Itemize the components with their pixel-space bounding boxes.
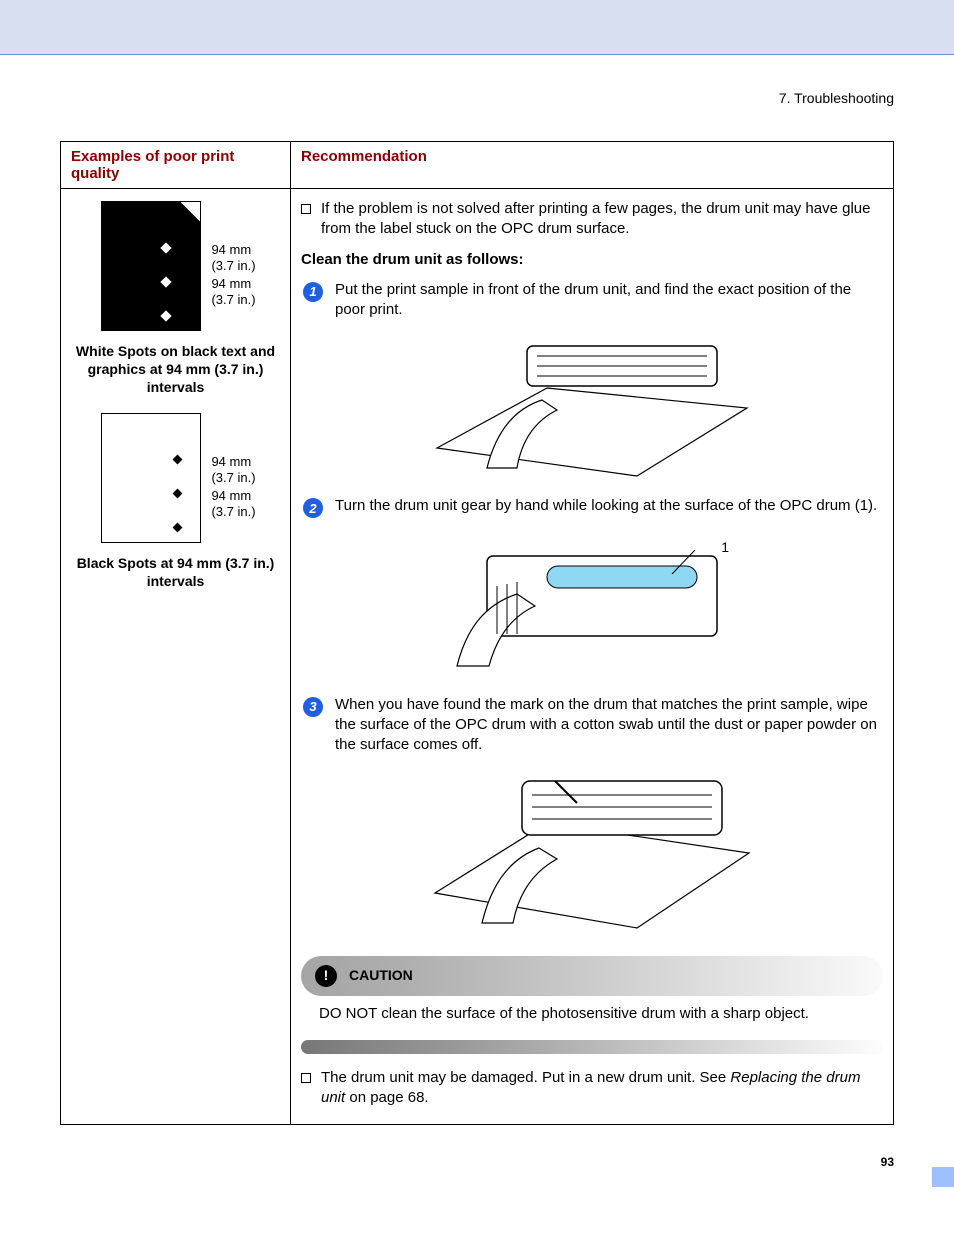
examples-cell: 94 mm(3.7 in.) 94 mm(3.7 in.) White Spot… xyxy=(61,189,291,1125)
caution-label: CAUTION xyxy=(349,966,413,985)
meas-label: 94 mm xyxy=(211,276,255,292)
col-header-examples: Examples of poor print quality xyxy=(61,142,291,189)
step-number-icon: 2 xyxy=(303,498,323,518)
bullet-text: The drum unit may be damaged. Put in a n… xyxy=(321,1068,883,1109)
example-white-spots: 94 mm(3.7 in.) 94 mm(3.7 in.) White Spot… xyxy=(71,201,280,397)
caution-header: ! CAUTION xyxy=(301,956,883,996)
instruction-title: Clean the drum unit as follows: xyxy=(301,250,883,270)
step-3: 3 When you have found the mark on the dr… xyxy=(301,695,883,756)
measurements: 94 mm(3.7 in.) 94 mm(3.7 in.) xyxy=(211,201,255,309)
meas-label: (3.7 in.) xyxy=(211,258,255,274)
meas-label: 94 mm xyxy=(211,488,255,504)
step-text: When you have found the mark on the drum… xyxy=(335,695,883,756)
troubleshooting-table: Examples of poor print quality Recommend… xyxy=(60,141,894,1125)
measurements: 94 mm(3.7 in.) 94 mm(3.7 in.) xyxy=(211,413,255,521)
caution-text: DO NOT clean the surface of the photosen… xyxy=(301,1004,883,1034)
step-1: 1 Put the print sample in front of the d… xyxy=(301,280,883,321)
meas-label: 94 mm xyxy=(211,454,255,470)
page-number: 93 xyxy=(60,1155,894,1169)
drum-gear-illustration xyxy=(427,526,757,676)
drum-swab-illustration xyxy=(427,763,757,933)
step-2: 2 Turn the drum unit gear by hand while … xyxy=(301,496,883,518)
meas-label: 94 mm xyxy=(211,242,255,258)
breadcrumb: 7. Troubleshooting xyxy=(60,90,894,106)
recommendation-cell: If the problem is not solved after print… xyxy=(291,189,894,1125)
figure-3 xyxy=(301,763,883,937)
caption-white-spots: White Spots on black text and graphics a… xyxy=(71,342,280,397)
figure-2: 1 xyxy=(301,526,883,680)
text-fragment: on page 68. xyxy=(345,1089,428,1106)
callout-label-1: 1 xyxy=(721,538,729,557)
sheet-black-icon xyxy=(101,201,201,331)
bullet-icon xyxy=(301,204,311,214)
header-band xyxy=(0,0,954,55)
step-number-icon: 3 xyxy=(303,697,323,717)
drum-with-paper-illustration xyxy=(427,328,757,478)
text-fragment: The drum unit may be damaged. Put in a n… xyxy=(321,1069,730,1086)
caution-icon: ! xyxy=(315,965,337,987)
example-black-spots: 94 mm(3.7 in.) 94 mm(3.7 in.) Black Spot… xyxy=(71,413,280,590)
step-number-icon: 1 xyxy=(303,282,323,302)
bullet-text: If the problem is not solved after print… xyxy=(321,199,883,240)
bullet-icon xyxy=(301,1073,311,1083)
meas-label: (3.7 in.) xyxy=(211,504,255,520)
divider-bar xyxy=(301,1040,883,1054)
col-header-recommendation: Recommendation xyxy=(291,142,894,189)
bullet-item: If the problem is not solved after print… xyxy=(301,199,883,240)
meas-label: (3.7 in.) xyxy=(211,470,255,486)
bullet-item: The drum unit may be damaged. Put in a n… xyxy=(301,1068,883,1109)
meas-label: (3.7 in.) xyxy=(211,292,255,308)
caption-black-spots: Black Spots at 94 mm (3.7 in.) intervals xyxy=(71,554,280,590)
figure-1 xyxy=(301,328,883,482)
sheet-white-icon xyxy=(101,413,201,543)
step-text: Put the print sample in front of the dru… xyxy=(335,280,883,321)
caution-block: ! CAUTION DO NOT clean the surface of th… xyxy=(301,956,883,1054)
section-tab xyxy=(932,1167,954,1187)
step-text: Turn the drum unit gear by hand while lo… xyxy=(335,496,883,518)
page-content: 7. Troubleshooting Examples of poor prin… xyxy=(0,55,954,1194)
